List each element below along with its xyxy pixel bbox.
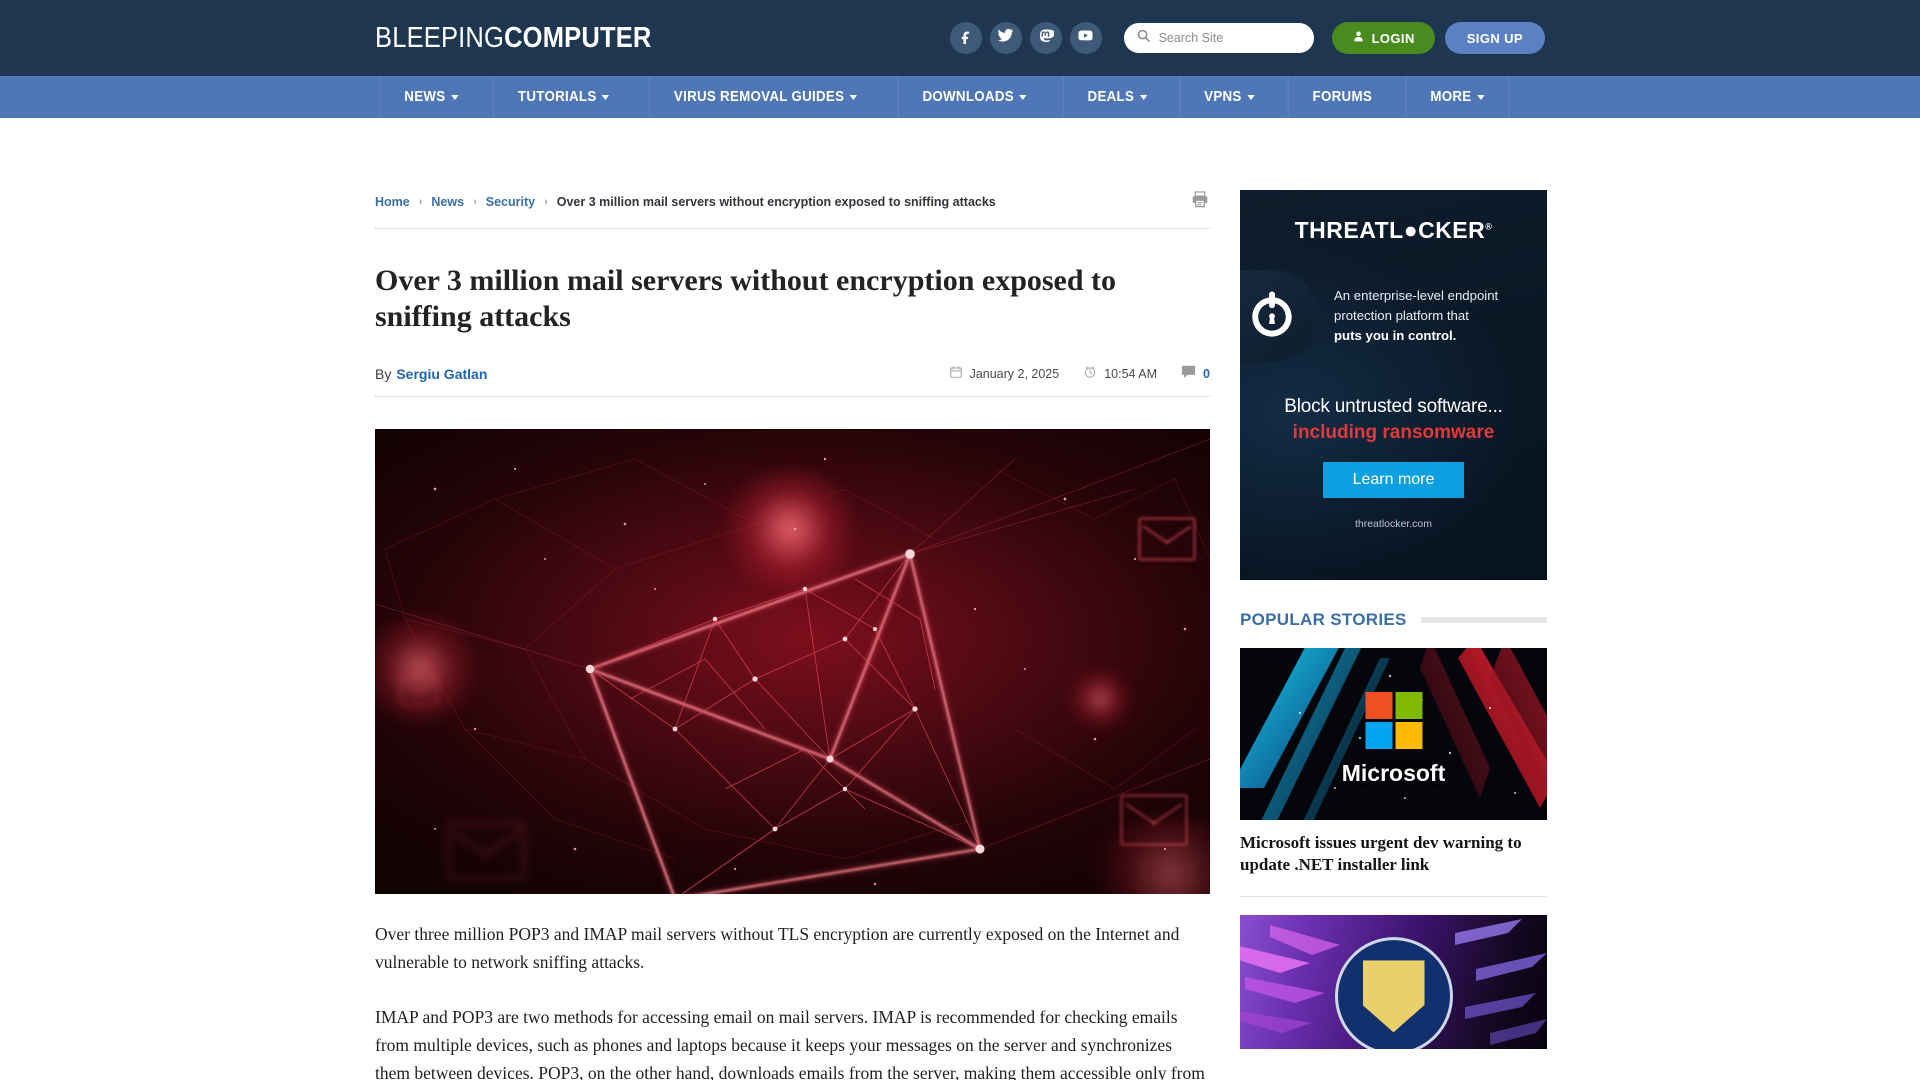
ad-brand-trademark: ® xyxy=(1485,221,1493,232)
ad-headline-accent: including ransomware xyxy=(1292,422,1495,443)
nav-item-label: DEALS xyxy=(1087,89,1134,105)
publish-time-text: 10:54 AM xyxy=(1104,366,1158,381)
breadcrumb: Home › News › Security › Over 3 million mail s… xyxy=(375,195,996,209)
breadcrumb-current: Over 3 million mail servers without encr… xyxy=(556,195,996,209)
login-label: LOGIN xyxy=(1371,30,1415,46)
byline-prefix: By xyxy=(375,365,392,382)
facebook-link[interactable] xyxy=(949,22,982,54)
ad-brand-text: THREATL●CKER xyxy=(1294,217,1486,243)
user-icon xyxy=(1352,30,1365,46)
youtube-icon xyxy=(1077,27,1094,49)
nav-item-news[interactable]: NEWS xyxy=(379,76,482,118)
ad-copy-line2: protection platform that xyxy=(1334,308,1469,324)
list-item-title[interactable]: Microsoft issues urgent dev warning to u… xyxy=(1240,832,1547,876)
login-button[interactable]: LOGIN xyxy=(1331,22,1435,54)
calendar-icon xyxy=(949,365,963,382)
logo-text-light: BLEEPING xyxy=(375,21,505,54)
ad-copy: An enterprise-level endpoint protection … xyxy=(1334,286,1512,345)
ad-url: threatlocker.com xyxy=(1354,518,1433,530)
ad-brand-name: THREATL●CKER® xyxy=(1240,190,1547,244)
chevron-down-icon xyxy=(849,94,858,100)
author-link[interactable]: Sergiu Gatlan xyxy=(396,366,487,382)
comment-count-value[interactable]: 0 xyxy=(1203,367,1210,381)
site-header: BLEEPINGCOMPUTER Search Site LOGIN SIGN … xyxy=(0,0,1920,76)
print-icon[interactable] xyxy=(1190,190,1210,214)
nav-item-label: FORUMS xyxy=(1312,89,1372,105)
popular-stories-header: POPULAR STORIES xyxy=(1240,610,1547,630)
article-body: Over three million POP3 and IMAP mail se… xyxy=(375,920,1210,1080)
article-byline: By Sergiu Gatlan January 2, 2025 10:54 A… xyxy=(375,365,1210,397)
nav-item-deals[interactable]: DEALS xyxy=(1062,76,1170,118)
search-input[interactable] xyxy=(1158,31,1302,45)
nav-item-label: MORE xyxy=(1429,89,1472,105)
ad-learn-more-button[interactable]: Learn more xyxy=(1322,462,1465,498)
nav-item-tutorials[interactable]: TUTORIALS xyxy=(492,76,633,118)
ad-lock-icon xyxy=(1240,270,1318,362)
breadcrumb-row: Home › News › Security › Over 3 million mail s… xyxy=(375,190,1210,229)
chevron-down-icon xyxy=(450,94,459,100)
list-item[interactable] xyxy=(1240,915,1547,1050)
page-title: Over 3 million mail servers without encr… xyxy=(375,264,1117,333)
facebook-icon xyxy=(958,28,974,49)
chevron-down-icon xyxy=(1247,94,1255,100)
microsoft-logo-icon xyxy=(1365,692,1422,749)
treasury-seal-icon xyxy=(1334,937,1453,1050)
comment-count[interactable]: 0 xyxy=(1181,365,1210,382)
sidebar: THREATL●CKER® An enterprise-level endpoi… xyxy=(1240,190,1547,1080)
advertisement-threatlocker[interactable]: THREATL●CKER® An enterprise-level endpoi… xyxy=(1240,190,1547,580)
nav-item-downloads[interactable]: DOWNLOADS xyxy=(897,76,1051,118)
mastodon-icon xyxy=(1038,28,1054,49)
search-icon xyxy=(1136,28,1151,48)
article-hero-image xyxy=(375,429,1210,894)
chevron-down-icon xyxy=(1019,94,1028,100)
article-paragraph: IMAP and POP3 are two methods for access… xyxy=(375,1006,1205,1080)
publish-time: 10:54 AM xyxy=(1083,365,1157,382)
publish-date-text: January 2, 2025 xyxy=(969,366,1060,381)
social-links xyxy=(949,22,1102,54)
nav-item-forums[interactable]: FORUMS xyxy=(1287,76,1396,118)
ad-copy-bold: puts you in control. xyxy=(1334,327,1457,343)
search-box[interactable] xyxy=(1123,23,1314,53)
ad-headline: Block untrusted software... xyxy=(1284,396,1503,417)
chevron-down-icon xyxy=(1476,94,1484,100)
comment-icon xyxy=(1181,365,1196,382)
clock-icon xyxy=(1083,365,1097,382)
breadcrumb-separator: › xyxy=(544,196,548,208)
nav-item-label: DOWNLOADS xyxy=(922,89,1015,105)
nav-item-label: VPNS xyxy=(1204,89,1242,105)
mastodon-link[interactable] xyxy=(1029,22,1062,54)
network-envelope-graphic xyxy=(375,438,1210,894)
list-item[interactable]: Microsoft Microsoft issues urgent dev wa… xyxy=(1240,648,1547,876)
chevron-down-icon xyxy=(601,94,610,100)
logo-text-bold: COMPUTER xyxy=(504,21,652,54)
section-divider xyxy=(1420,617,1547,623)
divider xyxy=(1240,896,1547,898)
nav-item-label: TUTORIALS xyxy=(517,89,597,105)
nav-item-vpns[interactable]: VPNS xyxy=(1179,76,1279,118)
ad-copy-line1: An enterprise-level endpoint xyxy=(1334,288,1499,304)
main-navigation: NEWS TUTORIALS VIRUS REMOVAL GUIDES DOWNLOA… xyxy=(0,76,1920,118)
twitter-link[interactable] xyxy=(989,22,1022,54)
breadcrumb-link[interactable]: Home xyxy=(375,195,410,209)
publish-date: January 2, 2025 xyxy=(949,365,1060,382)
breadcrumb-link[interactable]: News xyxy=(431,195,464,209)
popular-stories-title: POPULAR STORIES xyxy=(1240,610,1407,629)
thumbnail-caption: Microsoft xyxy=(1341,760,1446,786)
chevron-down-icon xyxy=(1139,94,1147,100)
nav-item-label: VIRUS REMOVAL GUIDES xyxy=(674,89,845,105)
article-column: Home › News › Security › Over 3 million mail s… xyxy=(375,190,1210,1080)
site-logo[interactable]: BLEEPINGCOMPUTER xyxy=(375,22,652,55)
treasury-thumbnail[interactable] xyxy=(1240,915,1547,1050)
nav-item-label: NEWS xyxy=(404,89,446,105)
microsoft-thumbnail[interactable]: Microsoft xyxy=(1240,648,1547,820)
nav-item-virus-removal-guides[interactable]: VIRUS REMOVAL GUIDES xyxy=(649,76,881,118)
signup-button[interactable]: SIGN UP xyxy=(1444,22,1545,54)
youtube-link[interactable] xyxy=(1069,22,1102,54)
article-paragraph: Over three million POP3 and IMAP mail se… xyxy=(375,924,1180,973)
nav-item-more[interactable]: MORE xyxy=(1405,76,1509,118)
twitter-icon xyxy=(997,27,1014,49)
breadcrumb-link[interactable]: Security xyxy=(486,195,535,209)
breadcrumb-separator: › xyxy=(473,196,477,208)
breadcrumb-separator: › xyxy=(418,196,423,208)
